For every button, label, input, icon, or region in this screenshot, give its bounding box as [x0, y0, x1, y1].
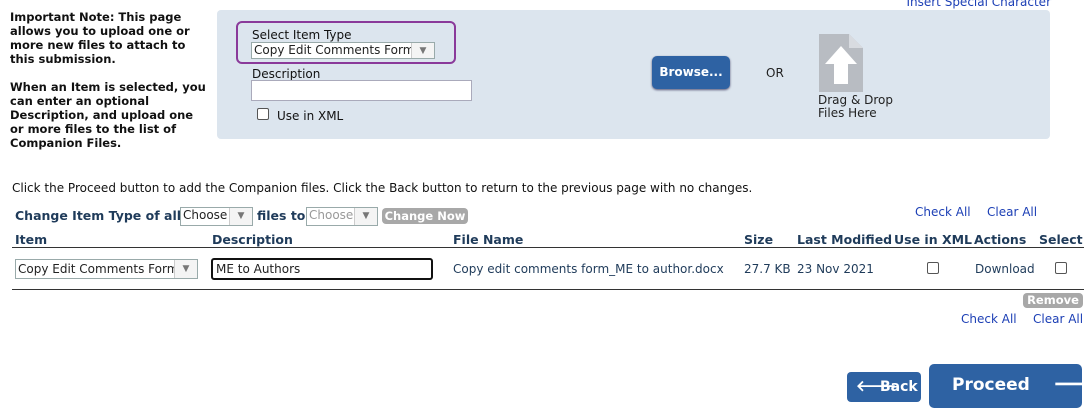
files-to-label: files to	[257, 208, 306, 223]
header-description: Description	[212, 232, 293, 247]
important-note: Important Note: This page allows you to …	[10, 10, 210, 164]
header-actions: Actions	[974, 232, 1027, 247]
row-use-in-xml-checkbox[interactable]	[927, 262, 939, 274]
item-type-select[interactable]: Copy Edit Comments Form ▼	[251, 42, 435, 59]
note-paragraph-2: When an Item is selected, you can enter …	[10, 80, 206, 150]
header-use-in-xml: Use in XML	[894, 232, 972, 247]
row-last-modified: 23 Nov 2021	[797, 262, 874, 276]
row-size: 27.7 KB	[744, 262, 791, 276]
row-description-input[interactable]: ME to Authors	[211, 258, 433, 280]
remove-button[interactable]: Remove	[1023, 293, 1083, 308]
item-type-select-value: Copy Edit Comments Form	[254, 43, 415, 57]
use-in-xml-label: Use in XML	[277, 109, 344, 123]
drag-drop-icon[interactable]	[819, 34, 863, 92]
header-divider	[12, 247, 1084, 248]
arrow-right-icon: 🡒	[1053, 372, 1091, 397]
row-select-checkbox[interactable]	[1055, 262, 1067, 274]
row-download-link[interactable]: Download	[975, 262, 1035, 276]
header-item: Item	[15, 232, 48, 247]
header-size: Size	[744, 232, 774, 247]
chevron-down-icon: ▼	[174, 260, 197, 278]
check-all-link-top[interactable]: Check All	[915, 205, 971, 219]
browse-button[interactable]: Browse...	[652, 56, 730, 89]
header-last-modified: Last Modified	[797, 232, 893, 247]
description-field[interactable]	[251, 80, 472, 101]
chevron-down-icon: ▼	[354, 208, 377, 225]
clear-all-link-top[interactable]: Clear All	[987, 205, 1037, 219]
instructions-text: Click the Proceed button to add the Comp…	[12, 181, 753, 195]
select-item-type-label: Select Item Type	[252, 28, 352, 42]
use-in-xml-checkbox[interactable]	[257, 108, 269, 120]
back-button-label: Back	[880, 379, 918, 395]
note-paragraph-1: Important Note: This page allows you to …	[10, 10, 190, 66]
bulk-change-label: Change Item Type of all	[15, 208, 182, 223]
bulk-target-value: Choose	[309, 208, 354, 222]
proceed-button-label: Proceed	[952, 375, 1030, 395]
insert-special-character-link[interactable]: Insert Special Character	[906, 0, 1051, 9]
drag-drop-text: Drag & Drop Files Here	[818, 94, 893, 120]
row-divider	[12, 289, 1084, 290]
drag-drop-line-2: Files Here	[818, 106, 877, 120]
check-all-link-bottom[interactable]: Check All	[961, 312, 1017, 326]
header-select: Select	[1039, 232, 1083, 247]
row-item-type-select[interactable]: Copy Edit Comments Form ▼	[15, 259, 198, 279]
row-file-name: Copy edit comments form_ME to author.doc…	[453, 262, 724, 276]
chevron-down-icon: ▼	[411, 43, 434, 58]
clear-all-link-bottom[interactable]: Clear All	[1033, 312, 1083, 326]
bulk-item-type-value: Choose	[183, 208, 228, 222]
chevron-down-icon: ▼	[229, 208, 252, 225]
bulk-item-type-select[interactable]: Choose ▼	[180, 207, 253, 226]
change-now-button[interactable]: Change Now	[382, 208, 468, 224]
or-label: OR	[766, 66, 784, 80]
bulk-target-select[interactable]: Choose ▼	[306, 207, 378, 226]
row-item-type-value: Copy Edit Comments Form	[18, 262, 179, 276]
header-file-name: File Name	[453, 232, 524, 247]
proceed-button[interactable]: Proceed 🡒	[929, 364, 1091, 408]
back-button[interactable]: 🡐 Back	[847, 372, 921, 402]
description-label: Description	[252, 67, 321, 81]
